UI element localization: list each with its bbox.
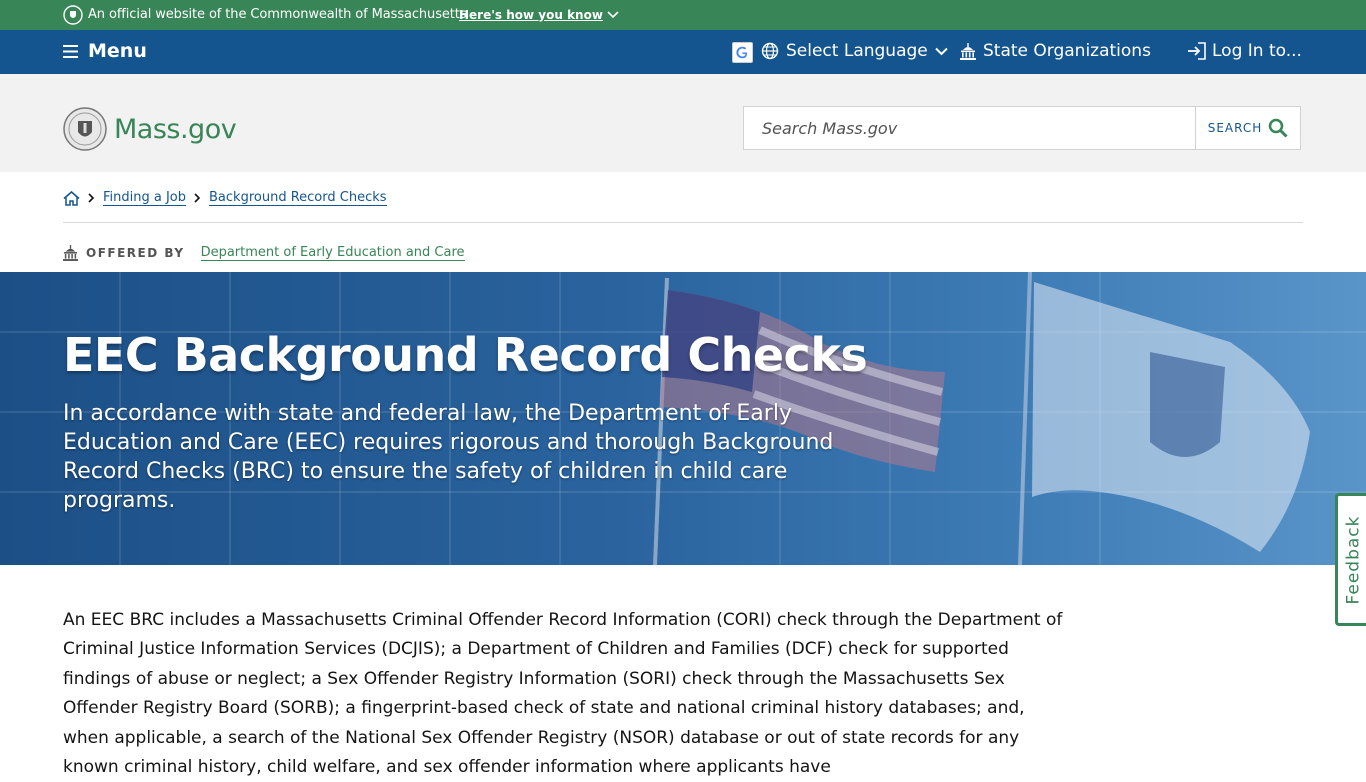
seal-icon: [63, 5, 83, 25]
offered-by: OFFERED BY Department of Early Education…: [63, 245, 465, 261]
login-label: Log In to...: [1212, 41, 1302, 61]
body-paragraph: An EEC BRC includes a Massachusetts Crim…: [63, 610, 1063, 778]
home-icon[interactable]: [63, 190, 80, 206]
menu-button[interactable]: Menu: [63, 40, 147, 62]
divider: [63, 222, 1303, 223]
login-button[interactable]: Log In to...: [1187, 41, 1302, 61]
chevron-right-icon: [88, 193, 95, 203]
offered-by-label: OFFERED BY: [86, 246, 185, 260]
chevron-down-icon: [607, 11, 619, 19]
capitol-building-icon: [63, 245, 78, 261]
page-lead: In accordance with state and federal law…: [63, 401, 834, 513]
feedback-button[interactable]: Feedback: [1335, 493, 1366, 626]
hamburger-icon: [63, 44, 78, 58]
search-button-label: SEARCH: [1207, 121, 1263, 135]
chevron-down-icon: [935, 47, 948, 55]
breadcrumb-finding-a-job[interactable]: Finding a Job: [103, 190, 187, 206]
capitol-building-icon: [960, 42, 976, 60]
page-title: EEC Background Record Checks: [63, 328, 868, 382]
utility-nav: Menu Select Language State Organizations: [0, 30, 1366, 74]
search-form: SEARCH: [743, 106, 1301, 150]
search-input[interactable]: [744, 107, 1195, 149]
chevron-right-icon: [194, 193, 201, 203]
language-label: Select Language: [786, 41, 928, 61]
state-organizations-label: State Organizations: [983, 41, 1151, 61]
state-organizations-button[interactable]: State Organizations: [960, 41, 1151, 61]
how-you-know-label: Here's how you know: [459, 8, 603, 22]
logo-text: Mass.gov: [114, 113, 237, 145]
site-header: Mass.gov SEARCH: [0, 74, 1366, 172]
search-button[interactable]: SEARCH: [1195, 107, 1300, 149]
breadcrumb-background-record-checks[interactable]: Background Record Checks: [209, 190, 387, 206]
magnifier-icon: [1268, 118, 1288, 138]
globe-icon: [761, 42, 779, 60]
mass-gov-logo[interactable]: Mass.gov: [63, 107, 237, 151]
official-text: An official website of the Commonwealth …: [88, 7, 467, 22]
breadcrumb: Finding a Job Background Record Checks: [63, 190, 387, 206]
page-hero: EEC Background Record Checks In accordan…: [0, 272, 1366, 565]
feedback-label: Feedback: [1343, 515, 1363, 604]
massachusetts-seal-icon: [63, 107, 107, 151]
menu-label: Menu: [88, 40, 147, 62]
language-selector[interactable]: Select Language: [761, 41, 948, 61]
google-translate-icon[interactable]: [732, 42, 753, 63]
official-banner: An official website of the Commonwealth …: [0, 0, 1366, 30]
offered-by-org-link[interactable]: Department of Early Education and Care: [200, 245, 465, 261]
sign-in-icon: [1188, 42, 1206, 60]
how-you-know-link[interactable]: Here's how you know: [459, 8, 619, 22]
